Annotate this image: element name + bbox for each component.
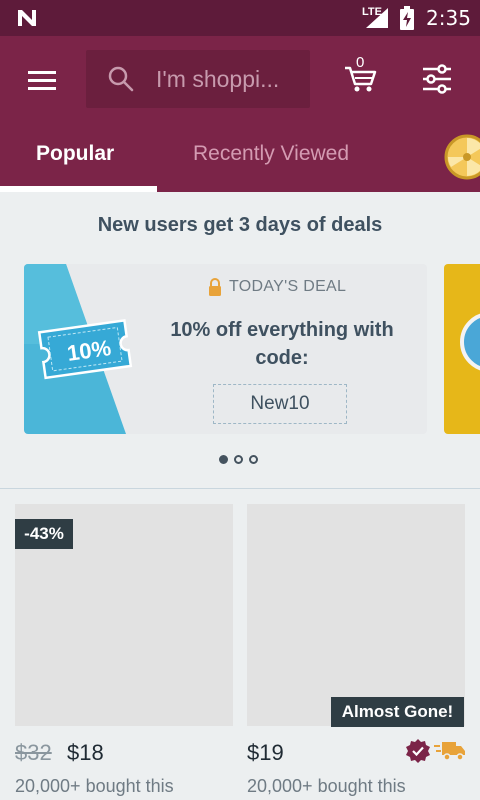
verified-badge-icon [406, 739, 430, 763]
svg-text:10%: 10% [66, 335, 113, 366]
deal-card[interactable]: 10% TODAY'S DEAL 10% off everything with… [24, 264, 427, 434]
signal-icon [366, 8, 388, 28]
cart-count: 0 [356, 54, 365, 71]
pager-dot[interactable] [249, 455, 258, 464]
search-input[interactable]: I'm shoppi... [86, 50, 310, 108]
clock: 2:35 [426, 6, 471, 30]
bought-count: 20,000+ bought this [15, 776, 174, 796]
original-price: $32 [15, 740, 52, 765]
wheel-icon[interactable] [444, 134, 480, 180]
filter-icon[interactable] [420, 62, 454, 96]
tab-indicator [0, 186, 157, 192]
battery-charging-icon [400, 6, 414, 30]
deal-label: TODAY'S DEAL [229, 278, 347, 295]
promo-header: New users get 3 days of deals [97, 214, 383, 236]
deal-code[interactable]: New10 [213, 384, 347, 424]
pager-dot[interactable] [234, 455, 243, 464]
lock-icon [209, 278, 221, 296]
tab-popular[interactable]: Popular [36, 142, 114, 166]
menu-icon[interactable] [22, 66, 64, 96]
next-deal-badge [460, 312, 480, 372]
bought-count: 20,000+ bought this [247, 776, 406, 796]
android-n-icon [18, 10, 36, 26]
search-icon [108, 66, 134, 92]
almost-gone-badge: Almost Gone! [331, 697, 464, 727]
next-deal-card[interactable] [444, 264, 480, 434]
carousel-pager [219, 454, 261, 466]
sale-price: $18 [67, 740, 104, 765]
tab-recently-viewed[interactable]: Recently Viewed [193, 142, 349, 166]
pager-dot[interactable] [219, 455, 228, 464]
product-card[interactable] [247, 504, 465, 726]
ticket-label: 10% [66, 335, 113, 366]
fast-shipping-icon [434, 742, 465, 761]
status-bar: LTE 2:35 [0, 0, 480, 36]
search-placeholder: I'm shoppi... [156, 66, 280, 92]
discount-badge: -43% [15, 519, 73, 549]
sale-price: $19 [247, 740, 284, 765]
divider [0, 488, 480, 489]
deal-text: 10% off everything with code: [170, 319, 394, 369]
toolbar: I'm shoppi... 0 [0, 36, 480, 192]
